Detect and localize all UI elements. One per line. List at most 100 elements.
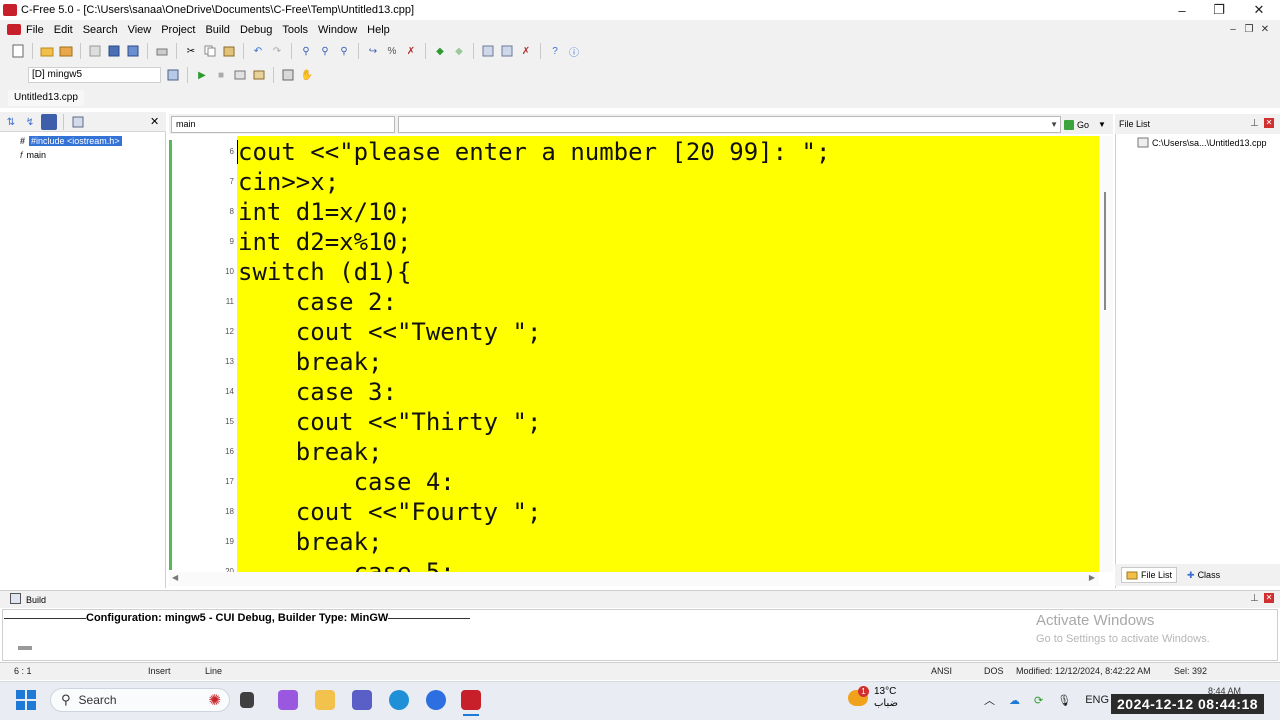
- scroll-left-icon[interactable]: ◀: [172, 573, 178, 582]
- code-line[interactable]: switch (d1){: [238, 257, 411, 287]
- paste-icon[interactable]: [221, 43, 237, 59]
- menu-build[interactable]: Build: [200, 24, 234, 36]
- sync-icon[interactable]: ⟳: [1034, 694, 1043, 707]
- build-icon[interactable]: [251, 67, 267, 83]
- zoom-icon[interactable]: [426, 690, 446, 710]
- cut-icon[interactable]: ✂: [183, 43, 199, 59]
- compiler-select[interactable]: [D] mingw5: [28, 67, 161, 83]
- build-scroll-thumb[interactable]: [18, 646, 32, 650]
- language-indicator[interactable]: ENG: [1085, 694, 1109, 706]
- menu-window[interactable]: Window: [313, 24, 362, 36]
- print-icon[interactable]: [154, 43, 170, 59]
- run-icon[interactable]: ▶: [194, 67, 210, 83]
- code-line[interactable]: int d2=x%10;: [238, 227, 411, 257]
- code-line[interactable]: case 2:: [238, 287, 397, 317]
- code-line[interactable]: cout <<"Fourty ";: [238, 497, 542, 527]
- redo-icon[interactable]: ↷: [269, 43, 285, 59]
- pin-icon[interactable]: ⊥: [1250, 118, 1259, 129]
- info-icon[interactable]: ⓘ: [566, 43, 582, 59]
- bookmark-icon[interactable]: [480, 43, 496, 59]
- onedrive-icon[interactable]: ☁: [1009, 694, 1020, 707]
- tab-file-list[interactable]: File List: [1121, 567, 1178, 583]
- tree-item-main[interactable]: f main: [20, 148, 46, 161]
- chevron-down-icon[interactable]: ▼: [1050, 117, 1058, 132]
- save-icon[interactable]: [106, 43, 122, 59]
- menu-edit[interactable]: Edit: [49, 24, 78, 36]
- save-all-icon[interactable]: [125, 43, 141, 59]
- build-close-icon[interactable]: ✕: [1264, 593, 1274, 603]
- view-icon[interactable]: [41, 114, 57, 130]
- scroll-right-icon[interactable]: ▶: [1089, 573, 1095, 582]
- pin-icon[interactable]: ⊥: [1250, 593, 1259, 604]
- function-combo[interactable]: main: [171, 116, 395, 133]
- chevron-down-icon[interactable]: ▼: [1098, 120, 1106, 129]
- code-line[interactable]: cout <<"Twenty ";: [238, 317, 542, 347]
- menu-debug[interactable]: Debug: [235, 24, 277, 36]
- toggle-comment-icon[interactable]: %: [384, 43, 400, 59]
- copilot-icon[interactable]: [278, 690, 298, 710]
- vertical-scrollbar-thumb[interactable]: [1104, 192, 1106, 310]
- bookmark-next-icon[interactable]: [499, 43, 515, 59]
- goto-line-icon[interactable]: ↪: [365, 43, 381, 59]
- weather-widget[interactable]: 1 13°C ضباب: [848, 686, 898, 710]
- tree-item-include[interactable]: # #include <iostream.h>: [20, 134, 122, 147]
- compiler-settings-icon[interactable]: [165, 67, 181, 83]
- find-next-icon[interactable]: ⚲: [317, 43, 333, 59]
- tab-untitled13[interactable]: Untitled13.cpp: [8, 90, 84, 106]
- compile-icon[interactable]: [232, 67, 248, 83]
- symbol-panel-close-button[interactable]: ✕: [150, 115, 159, 128]
- horizontal-scrollbar[interactable]: ◀ ▶: [169, 572, 1099, 586]
- taskbar-search[interactable]: ⚲ Search ✺: [50, 688, 230, 712]
- mdi-restore-button[interactable]: ❐: [1242, 24, 1256, 36]
- code-line[interactable]: case 4:: [238, 467, 455, 497]
- clear-bookmarks-icon[interactable]: ✗: [518, 43, 534, 59]
- menu-view[interactable]: View: [123, 24, 157, 36]
- mdi-minimize-button[interactable]: –: [1226, 24, 1240, 36]
- code-line[interactable]: cin>>x;: [238, 167, 339, 197]
- code-line[interactable]: break;: [238, 527, 383, 557]
- menu-tools[interactable]: Tools: [277, 24, 313, 36]
- task-view-icon[interactable]: [240, 692, 254, 708]
- code-line[interactable]: case 3:: [238, 377, 397, 407]
- code-line[interactable]: break;: [238, 437, 383, 467]
- teams-icon[interactable]: [352, 690, 372, 710]
- edge-icon[interactable]: [389, 690, 409, 710]
- refresh-icon[interactable]: [70, 114, 86, 130]
- close-button[interactable]: ✕: [1240, 0, 1278, 20]
- minimize-button[interactable]: –: [1163, 0, 1201, 20]
- debug-icon[interactable]: [280, 67, 296, 83]
- chevron-up-icon[interactable]: ︿: [984, 692, 995, 708]
- help-icon[interactable]: ?: [547, 43, 563, 59]
- menu-project[interactable]: Project: [156, 24, 200, 36]
- menu-file[interactable]: File: [0, 24, 49, 36]
- file-explorer-icon[interactable]: [315, 690, 335, 710]
- go-button[interactable]: Go ▼: [1064, 116, 1106, 133]
- stop-icon[interactable]: ■: [213, 67, 229, 83]
- open-folder-icon[interactable]: [39, 43, 55, 59]
- step-icon[interactable]: ✋: [299, 67, 315, 83]
- file-list-item[interactable]: C:\Users\sa...\Untitled13.cpp: [1137, 137, 1267, 148]
- find-icon[interactable]: ⚲: [298, 43, 314, 59]
- windows-start-icon[interactable]: [16, 690, 36, 710]
- cfree-taskbar-icon[interactable]: [461, 690, 481, 710]
- back-icon[interactable]: ◆: [432, 43, 448, 59]
- maximize-button[interactable]: ❐: [1200, 0, 1238, 20]
- close-file-icon[interactable]: [87, 43, 103, 59]
- code-line[interactable]: break;: [238, 347, 383, 377]
- replace-icon[interactable]: ⚲: [336, 43, 352, 59]
- undo-icon[interactable]: ↶: [250, 43, 266, 59]
- search-combo[interactable]: ▼: [398, 116, 1061, 133]
- menu-help[interactable]: Help: [362, 24, 395, 36]
- code-line[interactable]: int d1=x/10;: [238, 197, 411, 227]
- new-file-icon[interactable]: [10, 43, 26, 59]
- tab-class[interactable]: ✚ Class: [1183, 568, 1224, 583]
- sort-icon[interactable]: ⇅: [3, 114, 19, 130]
- uncomment-icon[interactable]: ✗: [403, 43, 419, 59]
- forward-icon[interactable]: ◆: [451, 43, 467, 59]
- menu-search[interactable]: Search: [78, 24, 123, 36]
- copy-icon[interactable]: [202, 43, 218, 59]
- sort-type-icon[interactable]: ↯: [22, 114, 38, 130]
- code-line[interactable]: cout <<"Thirty ";: [238, 407, 542, 437]
- mdi-close-button[interactable]: ✕: [1258, 24, 1272, 36]
- microphone-icon[interactable]: 🎙: [1057, 694, 1071, 707]
